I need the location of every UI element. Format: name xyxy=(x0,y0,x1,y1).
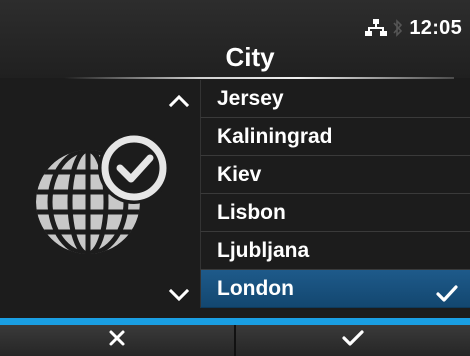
page-title: City xyxy=(225,42,275,72)
header: 12:05 City xyxy=(0,0,470,78)
list-item-lisbon[interactable]: Lisbon xyxy=(200,194,470,232)
list-item-label: Lisbon xyxy=(217,201,286,224)
list-item-ljubljana[interactable]: Ljubljana xyxy=(200,232,470,270)
list-item-label: London xyxy=(217,277,294,300)
list-item-label: Ljubljana xyxy=(217,239,310,262)
list-item-kiev[interactable]: Kiev xyxy=(200,156,470,194)
list-item-label: Jersey xyxy=(217,87,284,110)
network-icon xyxy=(365,18,388,38)
scroll-down-icon[interactable] xyxy=(168,284,190,306)
status-bar: 12:05 xyxy=(365,16,462,40)
check-icon xyxy=(436,279,458,302)
check-icon xyxy=(341,328,365,353)
accent-bar xyxy=(0,318,470,325)
list-item-label: Kaliningrad xyxy=(217,125,333,148)
screen: 12:05 City Jersey Kaliningrad Kiev Lisbo… xyxy=(0,0,470,356)
scroll-up-icon[interactable] xyxy=(168,90,190,112)
confirm-button[interactable] xyxy=(234,325,470,356)
list-item-london[interactable]: London xyxy=(200,270,470,308)
list-item-kaliningrad[interactable]: Kaliningrad xyxy=(200,118,470,156)
bluetooth-icon xyxy=(393,18,403,38)
city-list: Jersey Kaliningrad Kiev Lisbon Ljubljana… xyxy=(200,80,470,308)
cancel-button[interactable] xyxy=(0,325,234,356)
list-item-jersey[interactable]: Jersey xyxy=(200,80,470,118)
title-divider xyxy=(64,77,454,79)
list-item-label: Kiev xyxy=(217,163,262,186)
footer xyxy=(0,325,470,356)
clock: 12:05 xyxy=(409,16,462,39)
globe-clock-icon xyxy=(30,130,178,260)
close-icon xyxy=(108,329,126,352)
